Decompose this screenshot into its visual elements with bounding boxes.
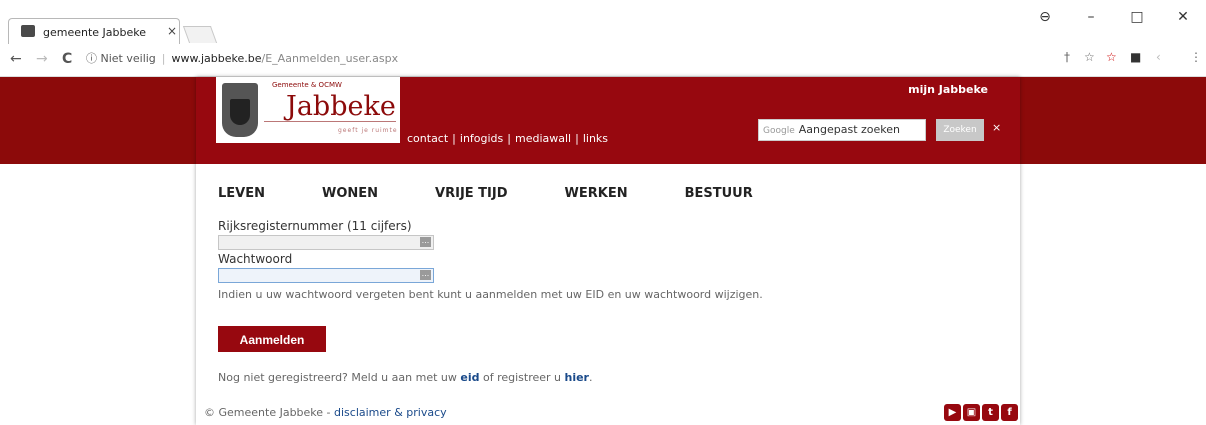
url-path: /E_Aanmelden_user.aspx <box>261 52 399 65</box>
youtube-icon[interactable]: ▶ <box>944 404 961 421</box>
register-here-link[interactable]: hier <box>565 371 590 384</box>
menu-item-wonen[interactable]: WONEN <box>322 186 378 201</box>
top-links: contact | infogids | mediawall | links <box>407 132 609 145</box>
password-manager-icon[interactable]: ... <box>420 270 431 280</box>
forward-button[interactable]: → <box>36 51 48 67</box>
logo-line <box>264 121 396 122</box>
content-frame: Gemeente & OCMW Jabbeke geeft je ruimte … <box>196 77 1020 425</box>
browser-tab[interactable]: gemeente Jabbeke × <box>8 18 180 45</box>
main-menu: LEVEN WONEN VRIJE TIJD WERKEN BESTUUR <box>218 186 810 201</box>
menu-item-bestuur[interactable]: BESTUUR <box>685 186 753 201</box>
mijn-jabbeke-link[interactable]: mijn Jabbeke <box>908 83 988 96</box>
url-host: www.jabbeke.be <box>171 52 262 65</box>
eid-link[interactable]: eid <box>460 371 479 384</box>
menu-item-vrije-tijd[interactable]: VRIJE TIJD <box>435 186 507 201</box>
twitter-icon[interactable]: t <box>982 404 999 421</box>
link-mediawall[interactable]: mediawall <box>515 132 571 145</box>
security-indicator[interactable]: ⓘ Niet veilig <box>86 52 156 65</box>
menu-icon[interactable]: ⋮ <box>1190 50 1202 64</box>
extension-icon[interactable]: ■ <box>1130 50 1141 64</box>
link-links[interactable]: links <box>583 132 608 145</box>
extension-2-icon[interactable]: ‹ <box>1156 50 1161 64</box>
disclaimer-link[interactable]: disclaimer & privacy <box>334 406 447 419</box>
crest-icon <box>222 83 258 137</box>
bookmark-star-icon[interactable]: ☆ <box>1084 50 1095 64</box>
copyright: © Gemeente Jabbeke - <box>204 406 335 419</box>
tab-title: gemeente Jabbeke <box>43 26 147 39</box>
search-input[interactable]: Google Aangepast zoeken <box>758 119 926 141</box>
maximize-button[interactable]: □ <box>1114 0 1160 34</box>
menu-item-werken[interactable]: WERKEN <box>565 186 628 201</box>
register-text-part: Nog niet geregistreerd? Meld u aan met u… <box>218 371 461 384</box>
register-text-part: . <box>589 371 593 384</box>
password-label: Wachtwoord <box>218 252 293 266</box>
tab-strip: gemeente Jabbeke × ⊖ – □ ✕ <box>0 0 1206 45</box>
rrn-label: Rijksregisternummer (11 cijfers) <box>218 219 412 233</box>
url-input[interactable]: ⓘ Niet veilig | www.jabbeke.be/E_Aanmelden… <box>86 48 1046 70</box>
login-button[interactable]: Aanmelden <box>218 326 326 352</box>
logo-name: Jabbeke <box>286 91 396 122</box>
search-clear-icon[interactable]: × <box>992 121 1001 134</box>
address-bar: ← → C ⓘ Niet veilig | www.jabbeke.be/E_Aan… <box>0 44 1206 77</box>
site-header: Gemeente & OCMW Jabbeke geeft je ruimte … <box>196 77 1020 164</box>
logo-top-text: Gemeente & OCMW <box>272 81 342 89</box>
register-text-part: of registreer u <box>479 371 565 384</box>
password-manager-icon[interactable]: ... <box>420 237 431 247</box>
facebook-icon[interactable]: f <box>1001 404 1018 421</box>
close-window-button[interactable]: ✕ <box>1160 0 1206 34</box>
reload-button[interactable]: C <box>62 51 72 67</box>
logo-tagline: geeft je ruimte <box>338 127 398 134</box>
back-button[interactable]: ← <box>10 51 22 67</box>
search-placeholder: Aangepast zoeken <box>798 123 900 136</box>
footer: © Gemeente Jabbeke - disclaimer & privac… <box>204 406 447 419</box>
pdf-extension-icon[interactable]: ☆ <box>1106 50 1117 64</box>
password-input[interactable]: ... <box>218 268 434 283</box>
minimize-button[interactable]: – <box>1068 0 1114 34</box>
site-logo[interactable]: Gemeente & OCMW Jabbeke geeft je ruimte <box>216 77 400 143</box>
menu-item-leven[interactable]: LEVEN <box>218 186 265 201</box>
google-brand: Google <box>763 126 795 136</box>
search-button[interactable]: Zoeken <box>936 119 984 141</box>
new-tab-button[interactable] <box>182 26 218 43</box>
register-text: Nog niet geregistreerd? Meld u aan met u… <box>218 371 593 384</box>
link-infogids[interactable]: infogids <box>460 132 503 145</box>
window-controls: ⊖ – □ ✕ <box>1022 0 1206 34</box>
rrn-input[interactable]: ... <box>218 235 434 250</box>
favicon-icon <box>21 25 35 37</box>
social-links: ▶ ▣ t f <box>944 404 1018 421</box>
password-hint: Indien u uw wachtwoord vergeten bent kun… <box>218 288 763 301</box>
account-icon[interactable]: ⊖ <box>1022 0 1068 34</box>
key-icon[interactable]: † <box>1064 50 1070 64</box>
page: Gemeente & OCMW Jabbeke geeft je ruimte … <box>0 77 1206 425</box>
tab-close-icon[interactable]: × <box>167 24 177 38</box>
link-contact[interactable]: contact <box>407 132 448 145</box>
instagram-icon[interactable]: ▣ <box>963 404 980 421</box>
